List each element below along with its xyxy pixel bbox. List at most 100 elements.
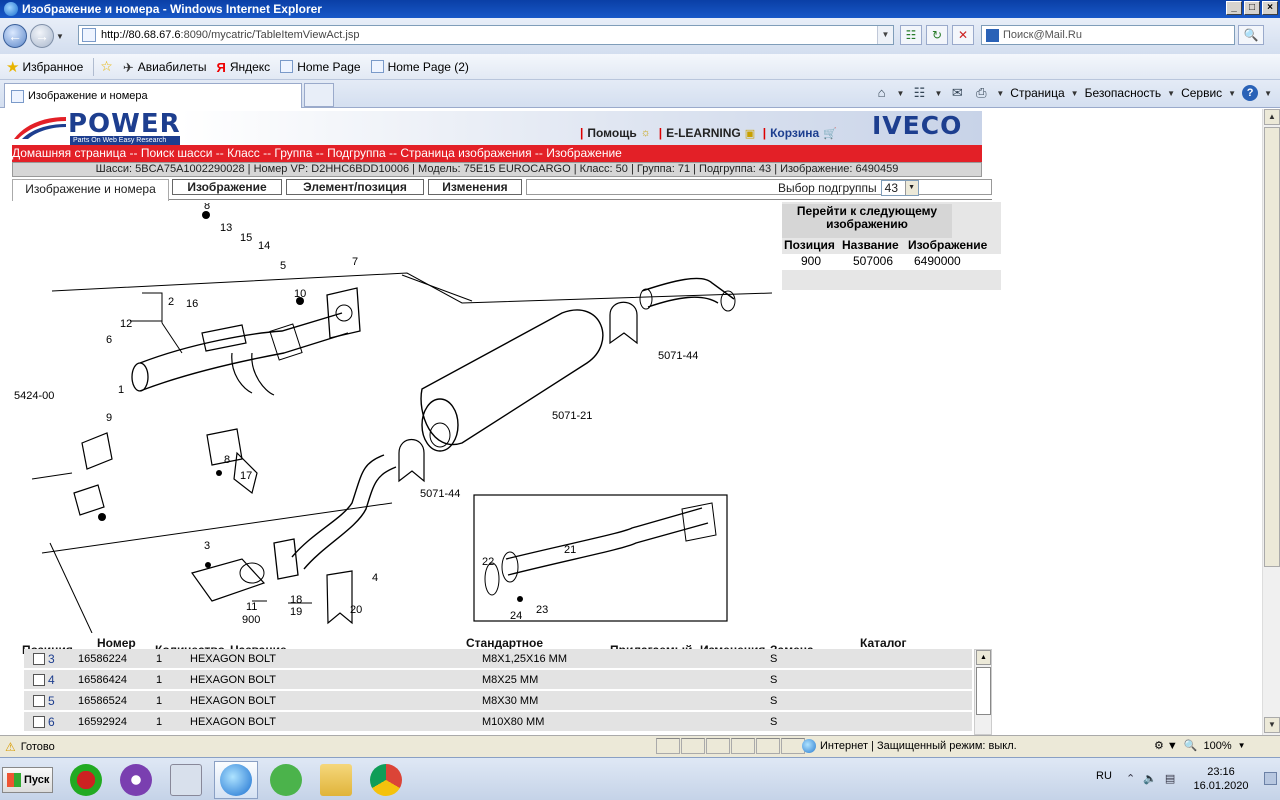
fav-link-avia[interactable]: ✈ Авиабилеты [122,60,207,76]
compat-view-button[interactable]: ☷ [900,25,922,45]
taskbar-app-calculator[interactable] [164,761,208,799]
taskbar-app-tor[interactable] [114,761,158,799]
window-title: Изображение и номера - Windows Internet … [22,2,322,16]
row-checkbox[interactable] [33,716,45,728]
volume-icon[interactable]: 🔈 [1143,772,1157,785]
parts-diagram[interactable]: 8 13 15 14 5 7 10 12 2 16 6 1 9 5424-00 … [12,200,773,634]
taskbar: Пуск RU ⌃ 🔈 ▤ 23:16 16.01.2020 [0,757,1280,800]
position-link[interactable]: 6 [48,715,55,729]
start-button[interactable]: Пуск [2,767,53,793]
lightbulb-icon: ☼ [640,127,651,139]
globe-icon [802,739,816,753]
address-dropdown[interactable]: ▼ [877,26,893,44]
taskbar-app-utorrent[interactable] [264,761,308,799]
network-icon[interactable]: ▤ [1165,772,1175,785]
forward-button[interactable]: → [30,24,54,48]
chrome-icon [370,764,402,796]
breadcrumb[interactable]: Домашняя страница -- Поиск шасси -- Клас… [12,145,982,162]
language-indicator[interactable]: RU [1096,770,1112,782]
print-icon[interactable]: ⎙ [972,85,990,101]
help-link[interactable]: Помощь [587,126,636,140]
new-tab-button[interactable] [304,83,334,107]
clock[interactable]: 23:16 16.01.2020 [1186,765,1256,793]
security-zone[interactable]: Интернет | Защищенный режим: выкл. [802,739,1017,753]
rss-icon[interactable]: ☷ [910,85,928,101]
browser-tab-active[interactable]: Изображение и номера [4,83,302,108]
search-input[interactable]: Поиск@Mail.Ru [981,25,1235,45]
fav-link-home-page[interactable]: Home Page [280,60,361,74]
fav-link-home-page-2[interactable]: Home Page (2) [370,60,469,74]
power-logo[interactable]: POWER Parts On Web Easy Research [12,109,180,145]
mail-icon[interactable]: ✉ [948,85,966,101]
tab-image-and-numbers[interactable]: Изображение и номера [12,179,169,201]
row-checkbox[interactable] [33,674,45,686]
tab-element-position[interactable]: Элемент/позиция [286,179,424,195]
svg-text:5071-21: 5071-21 [552,410,592,422]
address-toolbar: ← → ▼ http://80.68.67.6:8090/mycatric/Ta… [0,18,1280,54]
svg-text:23: 23 [536,604,548,616]
elearning-link[interactable]: E-LEARNING [666,126,741,140]
refresh-button[interactable]: ↻ [926,25,948,45]
service-menu[interactable]: Сервис [1181,86,1222,100]
subgroup-label: Выбор подгруппы [778,181,877,195]
tab-changes[interactable]: Изменения [428,179,522,195]
svg-text:11: 11 [246,601,257,613]
plane-icon: ✈ [122,60,134,75]
page-icon [11,89,24,103]
next-image-header: Позиция Название Изображение [784,238,988,252]
table-scrollbar[interactable]: ▲ [974,649,992,735]
stop-button[interactable]: ✕ [952,25,974,45]
cart-link[interactable]: Корзина [770,126,819,140]
history-dropdown[interactable]: ▼ [54,32,66,41]
svg-text:13: 13 [220,222,232,234]
safety-menu[interactable]: Безопасность [1085,86,1162,100]
search-button[interactable]: 🔍 [1238,25,1264,45]
add-favorite-icon[interactable]: ☆ [100,58,113,75]
show-desktop-button[interactable] [1264,772,1277,785]
next-image-row[interactable]: 900 507006 6490000 [782,254,1001,270]
help-icon[interactable]: ? [1242,85,1259,101]
page-content: POWER Parts On Web Easy Research | Помощь… [0,109,1262,735]
minimize-button[interactable]: _ [1226,1,1242,15]
fav-link-yandex[interactable]: Я Яндекс [216,60,270,76]
taskbar-app-explorer[interactable] [314,761,358,799]
parts-table-body: 3 16586224 1 HEXAGON BOLT M8X1,25X16 MM … [24,649,974,735]
row-checkbox[interactable] [33,653,45,665]
favorites-bar: ★ Избранное ☆ ✈ Авиабилеты Я Яндекс Home P… [0,54,1280,80]
subgroup-selector: Выбор подгруппы 43 ▼ [778,180,919,196]
utorrent-icon [270,764,302,796]
close-button[interactable]: × [1262,1,1278,15]
position-link[interactable]: 4 [48,673,55,687]
scroll-up-arrow-icon[interactable]: ▲ [1264,109,1280,125]
favorites-button[interactable]: ★ Избранное [6,58,83,76]
row-checkbox[interactable] [33,695,45,707]
page-scroll-thumb[interactable] [1264,127,1280,567]
page-scrollbar[interactable]: ▲ ▼ [1262,109,1280,735]
diagram-label: 8 [204,203,210,212]
table-row[interactable]: 6 16592924 1 HEXAGON BOLT M10X80 MM S [24,712,972,732]
back-button[interactable]: ← [3,24,27,48]
table-row[interactable]: 3 16586224 1 HEXAGON BOLT M8X1,25X16 MM … [24,649,972,669]
address-bar[interactable]: http://80.68.67.6:8090/mycatric/TableIte… [78,25,894,45]
table-row[interactable]: 5 16586524 1 HEXAGON BOLT M8X30 MM S [24,691,972,711]
home-icon[interactable]: ⌂ [873,85,891,101]
star-icon: ★ [6,58,20,76]
position-link[interactable]: 3 [48,652,55,666]
maximize-button[interactable]: □ [1244,1,1260,15]
scroll-down-arrow-icon[interactable]: ▼ [1264,717,1280,733]
table-scroll-thumb[interactable] [976,667,991,715]
ie-icon [4,2,18,16]
subgroup-select[interactable]: 43 ▼ [880,180,919,196]
taskbar-app-ie[interactable] [214,761,258,799]
taskbar-app-chrome[interactable] [364,761,408,799]
table-row[interactable]: 4 16586424 1 HEXAGON BOLT M8X25 MM S [24,670,972,690]
tab-image[interactable]: Изображение [172,179,282,195]
url-path: :8090/mycatric/TableItemViewAct.jsp [180,29,360,41]
page-menu[interactable]: Страница [1010,86,1064,100]
tray-expand-icon[interactable]: ⌃ [1126,772,1135,785]
zoom-control[interactable]: ⚙ ▼ 🔍 100% ▼ [1154,739,1246,753]
taskbar-app-angrybird[interactable] [64,761,108,799]
page-icon [280,60,294,73]
position-link[interactable]: 5 [48,694,55,708]
scroll-up-arrow-icon[interactable]: ▲ [976,650,991,665]
